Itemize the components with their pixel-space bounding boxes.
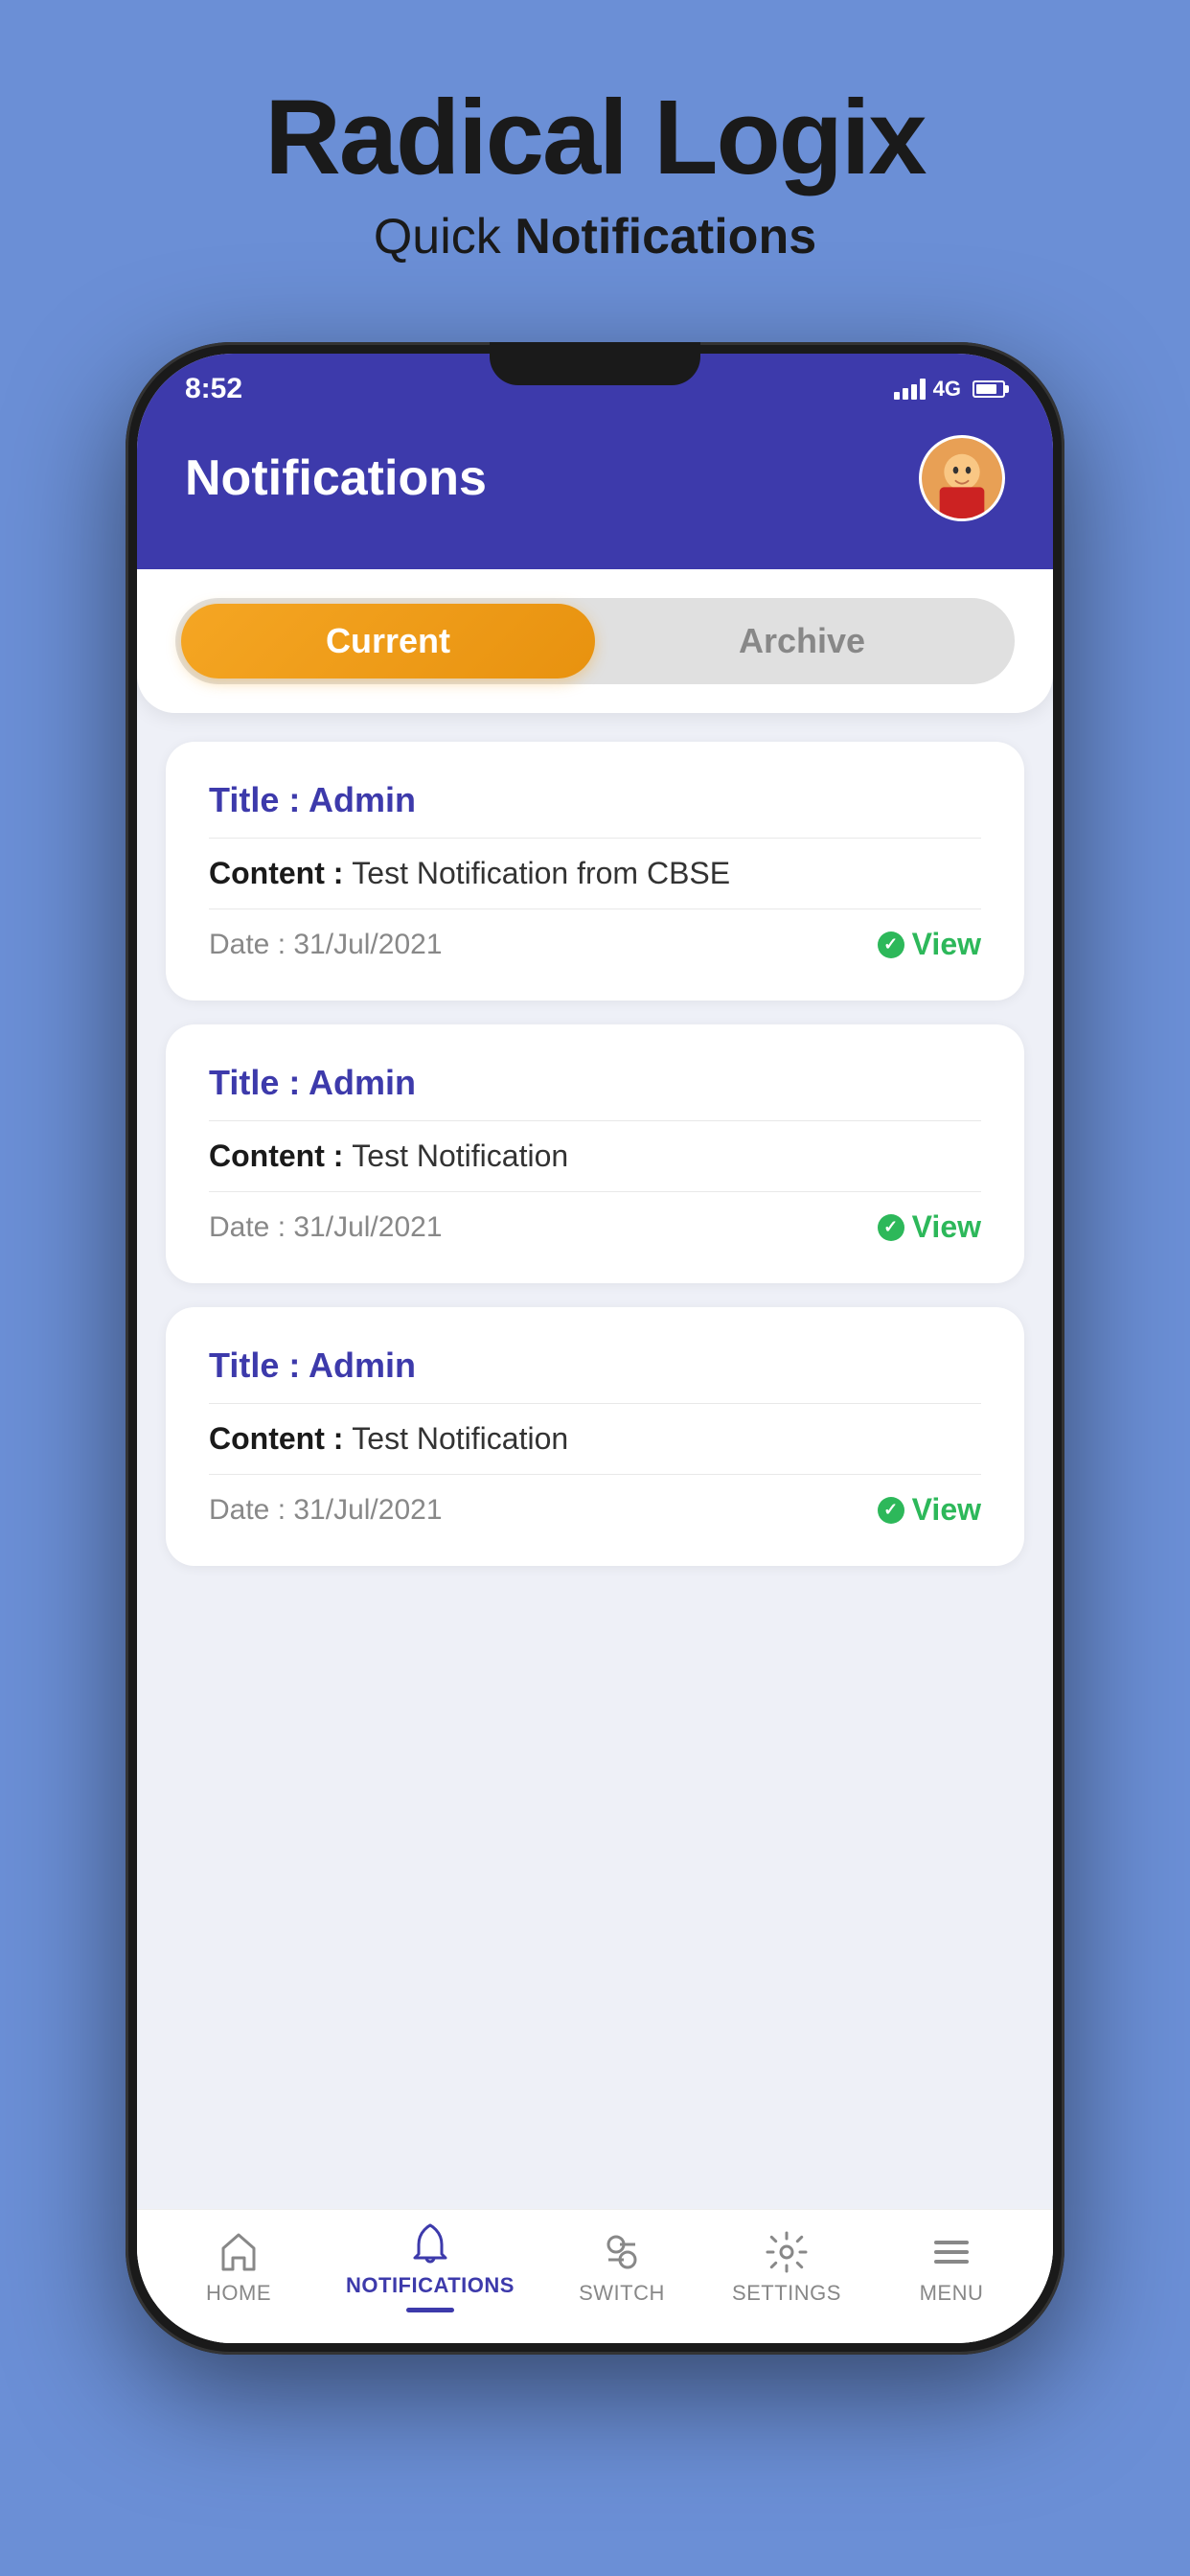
settings-icon <box>764 2229 810 2275</box>
check-icon-2: ✓ <box>878 1214 904 1241</box>
subtitle-regular: Quick <box>374 209 515 264</box>
notif-content-3: Content : Test Notification <box>209 1421 981 1475</box>
battery-icon <box>973 380 1005 398</box>
view-link-3[interactable]: ✓ View <box>878 1492 981 1528</box>
page-title: Notifications <box>185 449 487 507</box>
nav-label-menu: MENU <box>920 2281 984 2306</box>
app-header: Notifications <box>137 416 1053 569</box>
notif-date-2: Date : 31/Jul/2021 <box>209 1211 443 1244</box>
nav-item-settings[interactable]: SETTINGS <box>729 2229 844 2306</box>
notification-card-1: Title : Admin Content : Test Notificatio… <box>166 742 1024 1000</box>
phone-screen: 8:52 4G Notifications <box>137 354 1053 2343</box>
app-subtitle: Quick Notifications <box>374 208 816 265</box>
bottom-nav: HOME NOTIFICATIONS <box>137 2209 1053 2343</box>
nav-label-switch: SWITCH <box>579 2281 665 2306</box>
signal-icon <box>894 379 926 400</box>
network-label: 4G <box>933 377 961 402</box>
content-area: Current Archive Title : Admin Content : … <box>137 569 1053 2343</box>
view-link-2[interactable]: ✓ View <box>878 1209 981 1245</box>
nav-item-home[interactable]: HOME <box>181 2229 296 2306</box>
switch-icon <box>599 2229 645 2275</box>
notification-card-3: Title : Admin Content : Test Notificatio… <box>166 1307 1024 1566</box>
nav-label-notifications: NOTIFICATIONS <box>346 2273 515 2298</box>
phone-frame: 8:52 4G Notifications <box>126 342 1064 2355</box>
archive-tab[interactable]: Archive <box>595 604 1009 678</box>
notif-title-2: Title : Admin <box>209 1063 981 1121</box>
notch <box>490 342 700 385</box>
notif-footer-3: Date : 31/Jul/2021 ✓ View <box>209 1492 981 1528</box>
notif-title-3: Title : Admin <box>209 1346 981 1404</box>
menu-icon <box>928 2229 974 2275</box>
current-tab[interactable]: Current <box>181 604 595 678</box>
nav-item-notifications[interactable]: NOTIFICATIONS <box>346 2221 515 2312</box>
tab-card: Current Archive <box>137 569 1053 713</box>
nav-item-menu[interactable]: MENU <box>894 2229 1009 2306</box>
notif-date-1: Date : 31/Jul/2021 <box>209 929 443 961</box>
app-title: Radical Logix <box>264 77 925 198</box>
status-icons: 4G <box>894 377 1005 402</box>
tab-switcher: Current Archive <box>175 598 1015 684</box>
notification-card-2: Title : Admin Content : Test Notificatio… <box>166 1024 1024 1283</box>
check-icon-1: ✓ <box>878 932 904 958</box>
view-link-1[interactable]: ✓ View <box>878 927 981 962</box>
nav-label-settings: SETTINGS <box>732 2281 841 2306</box>
nav-active-indicator <box>406 2308 454 2312</box>
notif-content-2: Content : Test Notification <box>209 1138 981 1192</box>
home-icon <box>216 2229 262 2275</box>
notification-icon <box>407 2221 453 2267</box>
notif-title-1: Title : Admin <box>209 780 981 839</box>
check-icon-3: ✓ <box>878 1497 904 1524</box>
avatar[interactable] <box>919 435 1005 521</box>
notifications-list: Title : Admin Content : Test Notificatio… <box>137 713 1053 2209</box>
notif-date-3: Date : 31/Jul/2021 <box>209 1494 443 1527</box>
nav-label-home: HOME <box>206 2281 271 2306</box>
status-time: 8:52 <box>185 373 242 405</box>
notif-footer-2: Date : 31/Jul/2021 ✓ View <box>209 1209 981 1245</box>
notif-footer-1: Date : 31/Jul/2021 ✓ View <box>209 927 981 962</box>
notif-content-1: Content : Test Notification from CBSE <box>209 856 981 909</box>
subtitle-bold: Notifications <box>515 209 816 264</box>
nav-item-switch[interactable]: SWITCH <box>564 2229 679 2306</box>
